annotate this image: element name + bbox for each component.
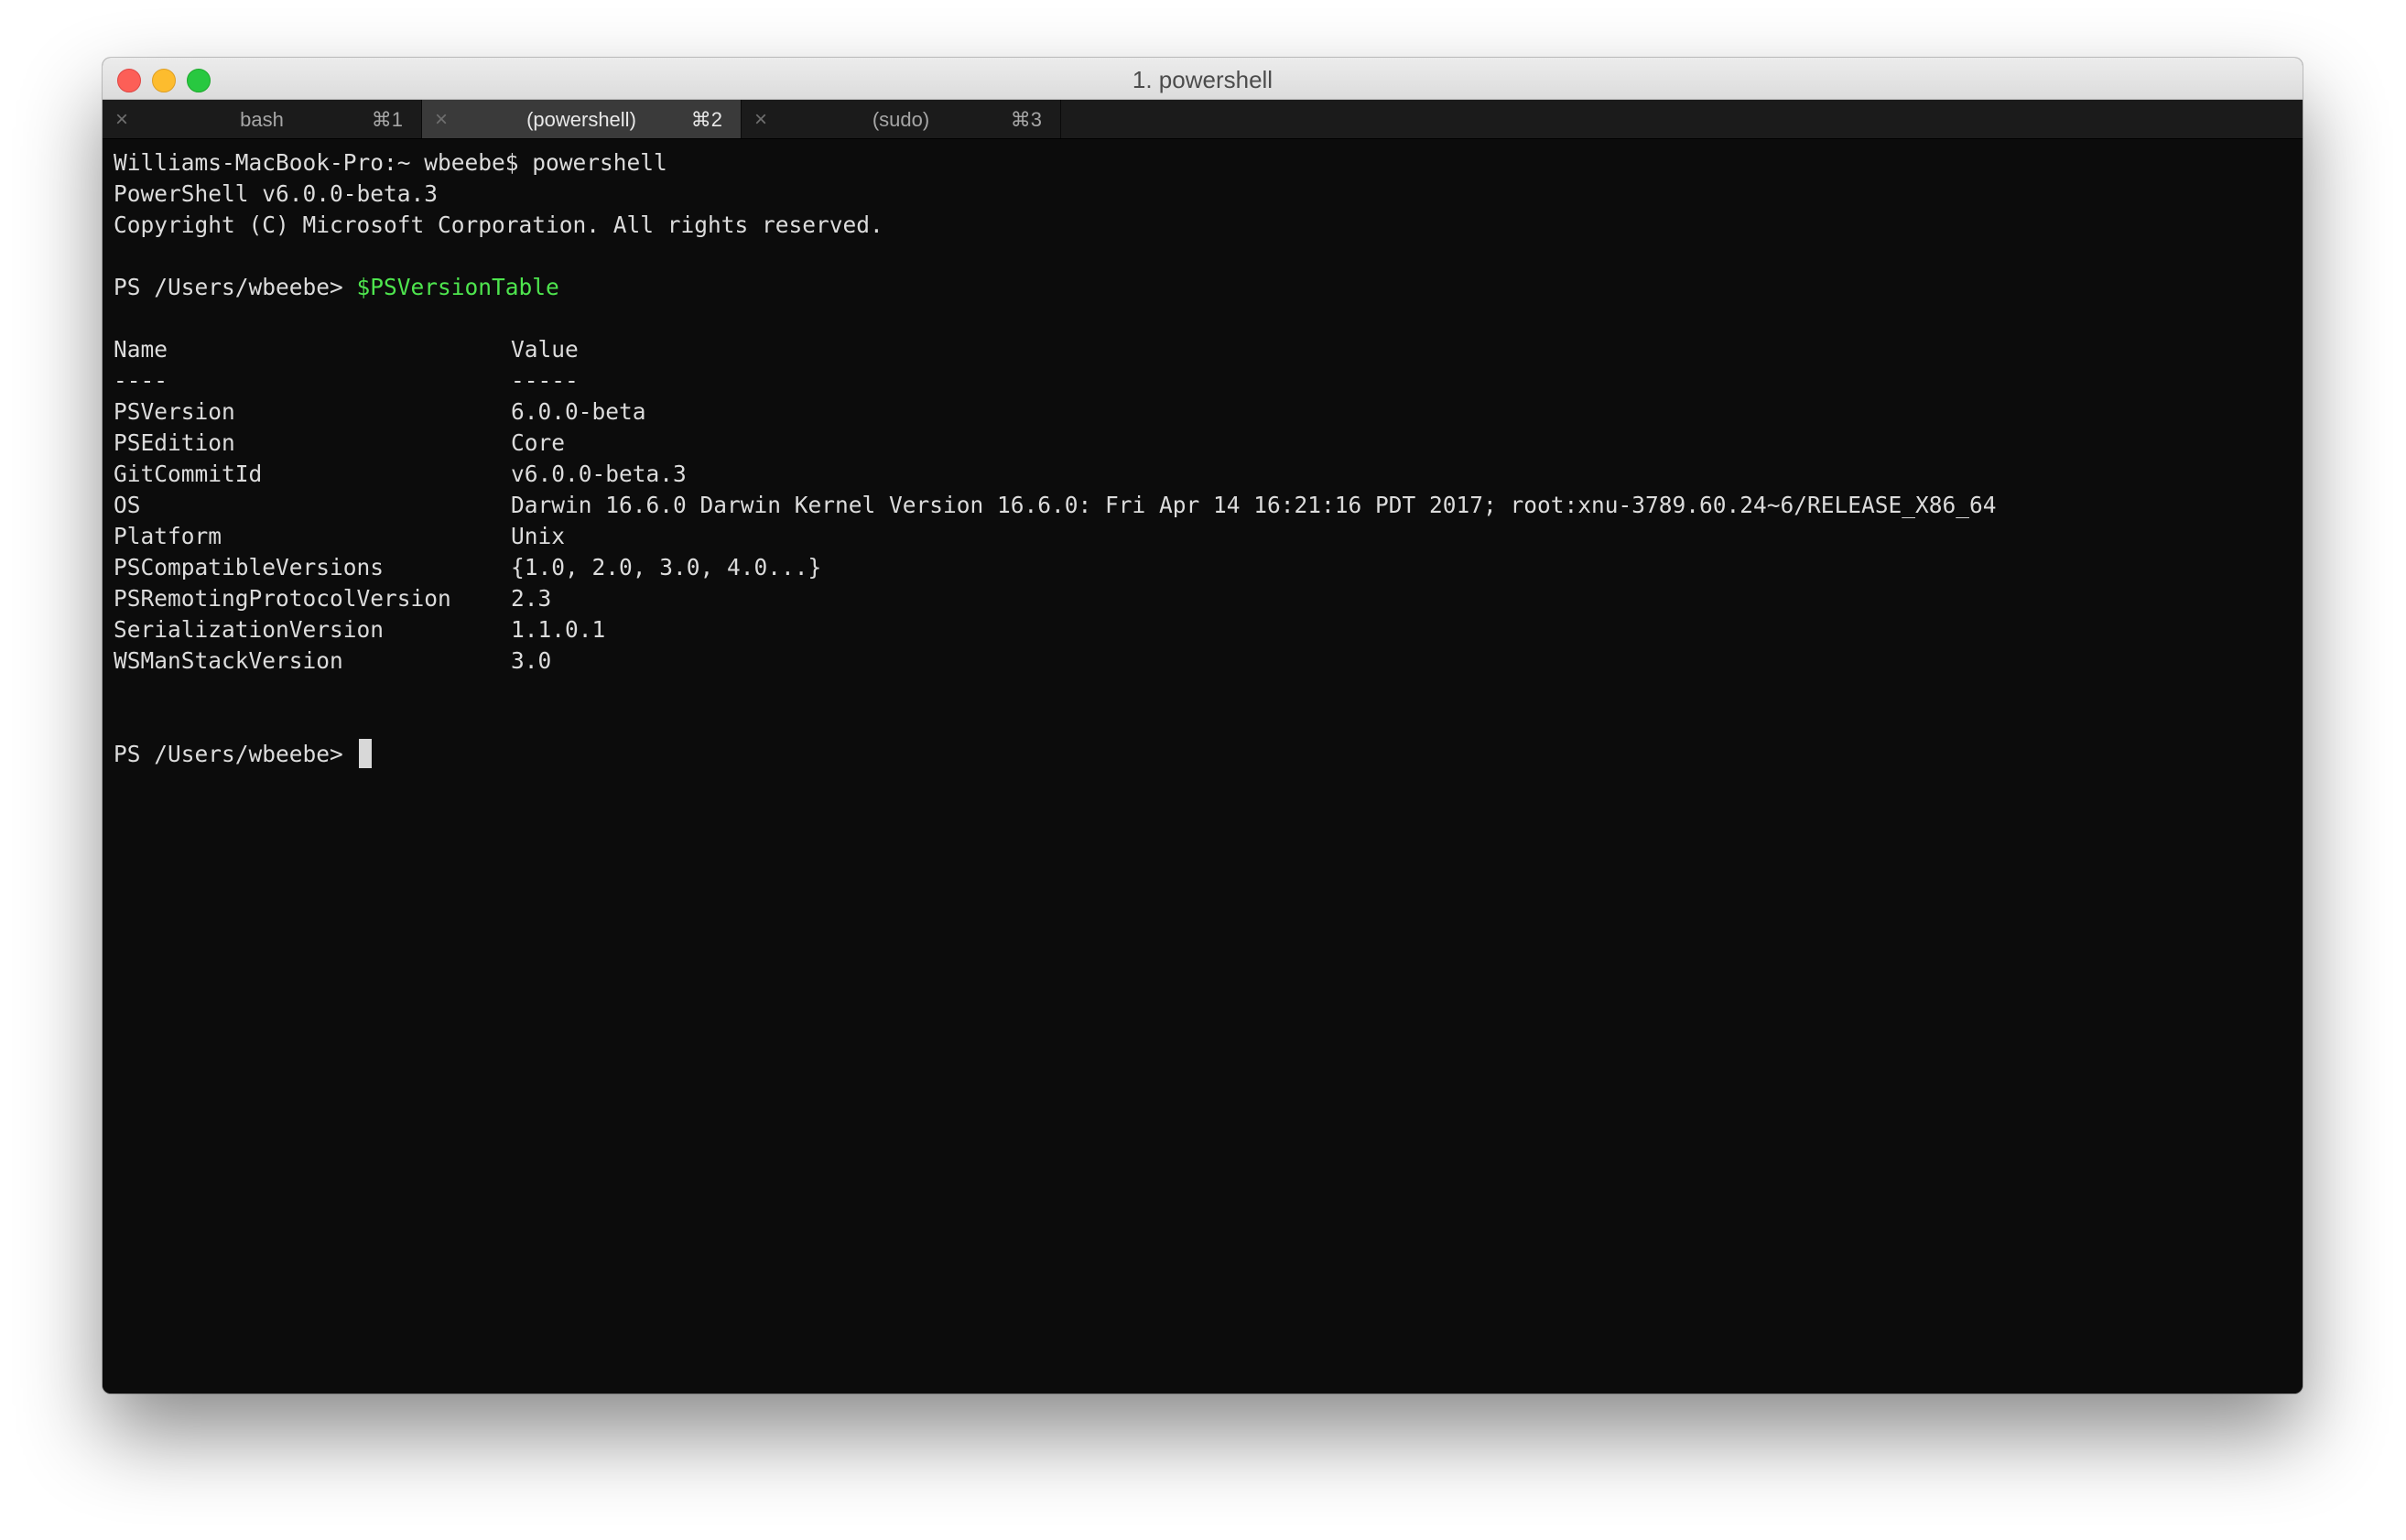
tab-shortcut: ⌘2 [690, 108, 722, 131]
table-divider: ---- ----- [114, 365, 2303, 396]
row-value: {1.0, 2.0, 3.0, 4.0...} [511, 554, 822, 580]
table-header: Name Value [114, 334, 2303, 365]
row-value: 2.3 [511, 585, 552, 612]
table-row: PSEdition Core [114, 428, 2303, 459]
tab-powershell[interactable]: × (powershell) ⌘2 [422, 100, 742, 138]
tab-shortcut: ⌘3 [1010, 108, 1042, 131]
table-row: SerializationVersion 1.1.0.1 [114, 614, 2303, 645]
window-title: 1. powershell [1132, 66, 1273, 93]
row-name: PSVersion [114, 398, 235, 425]
row-name: OS [114, 492, 141, 518]
table-divider-value: ----- [511, 367, 579, 394]
table-row: WSManStackVersion 3.0 [114, 645, 2303, 677]
row-name: Platform [114, 523, 222, 549]
tab-sudo[interactable]: × (sudo) ⌘3 [742, 100, 1061, 138]
table-row: Platform Unix [114, 521, 2303, 552]
text-cursor [358, 739, 372, 768]
intro-line: Williams-MacBook-Pro:~ wbeebe$ powershel… [114, 149, 667, 176]
row-value: v6.0.0-beta.3 [511, 461, 687, 487]
table-divider-name: ---- [114, 367, 168, 394]
row-value: Unix [511, 523, 566, 549]
prompt: PS /Users/wbeebe> [114, 741, 357, 767]
row-value: Core [511, 429, 566, 456]
row-value: 1.1.0.1 [511, 616, 606, 643]
row-name: SerializationVersion [114, 616, 385, 643]
command-text: $PSVersionTable [356, 274, 559, 300]
command-line: PS /Users/wbeebe> $PSVersionTable [114, 272, 2303, 303]
tab-bash[interactable]: × bash ⌘1 [103, 100, 422, 138]
table-header-name: Name [114, 336, 168, 363]
row-name: GitCommitId [114, 461, 263, 487]
tab-shortcut: ⌘1 [371, 108, 403, 131]
table-row: PSRemotingProtocolVersion 2.3 [114, 583, 2303, 614]
table-row: PSCompatibleVersions {1.0, 2.0, 3.0, 4.0… [114, 552, 2303, 583]
prompt: PS /Users/wbeebe> [114, 274, 357, 300]
tab-bar: × bash ⌘1 × (powershell) ⌘2 × (sudo) ⌘3 [103, 100, 2303, 139]
row-name: PSCompatibleVersions [114, 554, 385, 580]
row-name: WSManStackVersion [114, 647, 343, 674]
row-value: Darwin 16.6.0 Darwin Kernel Version 16.6… [511, 492, 1997, 518]
intro-line: PowerShell v6.0.0-beta.3 [114, 180, 439, 207]
row-name: PSRemotingProtocolVersion [114, 585, 451, 612]
intro-line: Copyright (C) Microsoft Corporation. All… [114, 211, 883, 238]
active-prompt-line[interactable]: PS /Users/wbeebe> [114, 739, 2303, 770]
table-row: GitCommitId v6.0.0-beta.3 [114, 459, 2303, 490]
table-header-value: Value [511, 336, 579, 363]
title-bar[interactable]: 1. powershell [103, 58, 2303, 100]
table-row: PSVersion 6.0.0-beta [114, 396, 2303, 428]
row-value: 3.0 [511, 647, 552, 674]
row-name: PSEdition [114, 429, 235, 456]
terminal-output[interactable]: Williams-MacBook-Pro:~ wbeebe$ powershel… [103, 139, 2303, 1394]
table-row: OS Darwin 16.6.0 Darwin Kernel Version 1… [114, 490, 2303, 521]
row-value: 6.0.0-beta [511, 398, 646, 425]
terminal-window: 1. powershell × bash ⌘1 × (powershell) ⌘… [103, 58, 2303, 1394]
